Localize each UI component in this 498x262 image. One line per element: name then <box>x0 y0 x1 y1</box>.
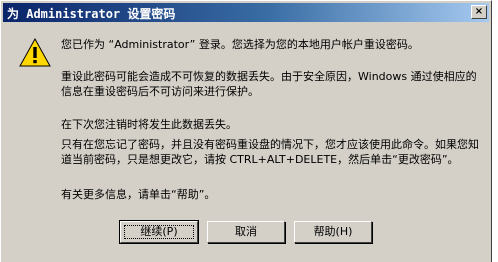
continue-button[interactable]: 继续(P) <box>119 220 199 244</box>
cancel-button[interactable]: 取消 <box>207 221 285 243</box>
window-title: 为 Administrator 设置密码 <box>7 7 176 21</box>
set-password-dialog: 为 Administrator 设置密码 × 您已作为 “Administrat… <box>0 0 492 262</box>
help-hint-text: 有关更多信息，请单击“帮助”。 <box>61 188 216 201</box>
close-button[interactable]: × <box>471 5 487 19</box>
help-button[interactable]: 帮助(H) <box>294 221 372 243</box>
usage-advice-text: 只有在您忘记了密码，并且没有密码重设盘的情况下，您才应该使用此命令。如果您知道当… <box>61 138 479 166</box>
logoff-notice-text: 在下次您注销时将发生此数据丢失。 <box>61 118 237 131</box>
help-button-label: 帮助(H) <box>313 225 353 238</box>
continue-button-label: 继续(P) <box>140 225 178 238</box>
title-bar[interactable]: 为 Administrator 设置密码 × <box>3 3 489 22</box>
login-info-text: 您已作为 “Administrator” 登录。您选择为您的本地用户帐户重设密码… <box>61 38 419 51</box>
data-loss-warning-text: 重设此密码可能会造成不可恢复的数据丢失。由于安全原因，Windows 通过使相应… <box>61 70 477 98</box>
background-window-edge <box>492 0 498 262</box>
cancel-button-label: 取消 <box>235 225 257 238</box>
warning-icon <box>19 37 51 67</box>
